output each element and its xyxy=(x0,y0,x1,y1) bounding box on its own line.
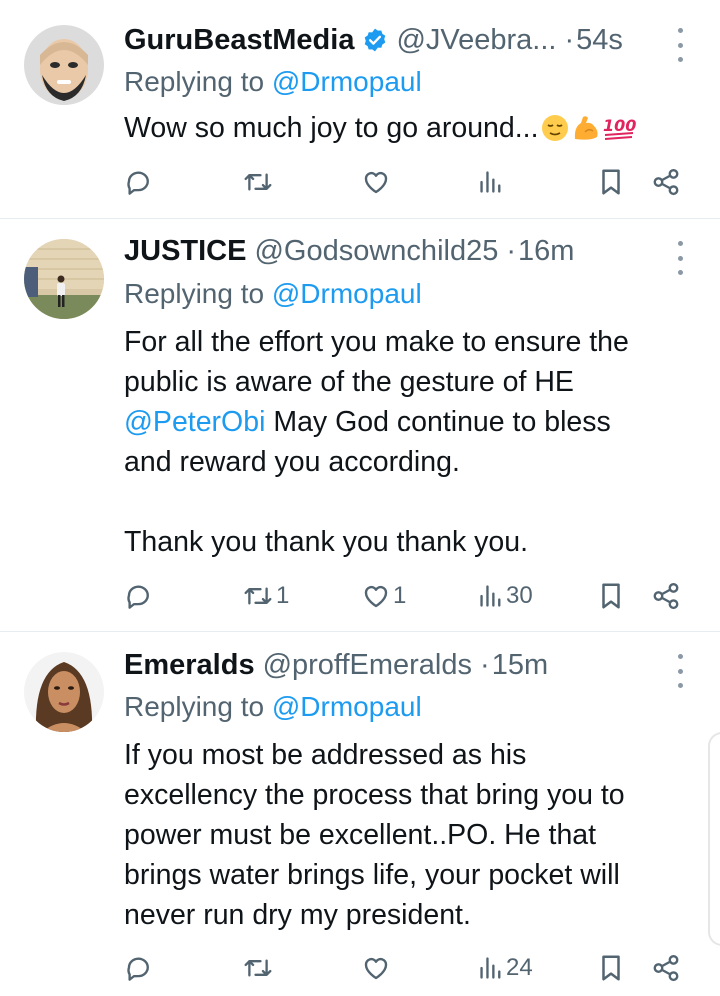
tweet-text-line: excellency the process that bring you to xyxy=(124,779,625,811)
share-icon xyxy=(653,582,679,610)
display-name[interactable]: Emeralds xyxy=(124,649,255,682)
tweet-header: JUSTICE @Godsownchild25 · 16m xyxy=(124,229,660,273)
reply-button[interactable] xyxy=(124,162,154,202)
reply-icon xyxy=(127,171,149,195)
separator-dot: · xyxy=(564,23,575,56)
replying-to: Replying to @Drmopaul xyxy=(124,278,422,310)
reply-button[interactable] xyxy=(124,576,154,616)
retweet-icon xyxy=(244,587,272,605)
bookmark-icon xyxy=(602,955,620,981)
share-icon xyxy=(653,954,679,982)
more-options-icon[interactable] xyxy=(674,654,686,688)
display-name[interactable]: GuruBeastMedia xyxy=(124,24,354,57)
bookmark-button[interactable] xyxy=(598,576,624,616)
share-button[interactable] xyxy=(651,576,681,616)
user-handle[interactable]: @proffEmeralds xyxy=(263,649,472,682)
tweet-2[interactable]: JUSTICE @Godsownchild25 · 16m Replying t… xyxy=(0,219,720,632)
reply-icon xyxy=(127,957,149,981)
tweet-text-line: For all the effort you make to ensure th… xyxy=(124,326,629,358)
retweet-button[interactable] xyxy=(242,948,276,988)
tweet-1[interactable]: GuruBeastMedia @JVeebra... · 54s Replyin… xyxy=(0,0,720,219)
bookmark-button[interactable] xyxy=(598,162,624,202)
reply-button[interactable] xyxy=(124,948,154,988)
display-name[interactable]: JUSTICE xyxy=(124,235,246,268)
tweet-text: Wow so much joy to go around... xyxy=(124,112,539,144)
heart-icon xyxy=(364,585,388,608)
tweet-actions xyxy=(124,162,684,202)
replying-to-mention[interactable]: @Drmopaul xyxy=(272,66,422,97)
bookmark-button[interactable] xyxy=(598,948,624,988)
verified-badge-icon xyxy=(362,27,388,53)
tweet-text-line: brings water brings life, your pocket wi… xyxy=(124,859,620,891)
like-count: 1 xyxy=(393,582,407,609)
timestamp[interactable]: 54s xyxy=(576,24,623,57)
retweet-icon xyxy=(244,959,272,977)
timestamp[interactable]: 16m xyxy=(518,235,574,268)
relieved-face-icon xyxy=(540,113,570,143)
tweet-body: Wow so much joy to go around... 100 xyxy=(124,108,684,148)
like-button[interactable]: 1 xyxy=(361,576,406,616)
tweet-text-line: May God continue to bless xyxy=(265,406,611,438)
heart-icon xyxy=(364,957,388,980)
bookmark-icon xyxy=(602,169,620,195)
replying-to: Replying to @Drmopaul xyxy=(124,691,422,723)
tweet-header: Emeralds @proffEmeralds · 15m xyxy=(124,643,660,687)
reply-icon xyxy=(127,585,149,609)
tweet-text-line: Thank you thank you thank you. xyxy=(124,526,529,558)
retweet-icon xyxy=(244,173,272,191)
views-button[interactable]: 24 xyxy=(478,948,533,988)
tweet-text-line: and reward you according. xyxy=(124,446,460,478)
share-button[interactable] xyxy=(651,948,681,988)
retweet-count: 1 xyxy=(276,582,290,609)
flexed-biceps-icon xyxy=(571,113,601,143)
views-icon xyxy=(480,171,501,193)
heart-icon xyxy=(364,171,388,194)
separator-dot: · xyxy=(480,648,490,681)
replying-to: Replying to @Drmopaul xyxy=(124,66,422,98)
view-count: 30 xyxy=(506,582,533,609)
more-options-icon[interactable] xyxy=(674,28,686,62)
edge-scroll-handle[interactable] xyxy=(708,732,720,946)
tweet-header: GuruBeastMedia @JVeebra... · 54s xyxy=(124,18,660,62)
view-count: 24 xyxy=(506,954,533,981)
replying-to-label: Replying to xyxy=(124,66,265,97)
replying-to-label: Replying to xyxy=(124,278,265,309)
views-button[interactable]: 30 xyxy=(478,576,533,616)
replying-to-mention[interactable]: @Drmopaul xyxy=(272,691,422,722)
tweet-body: If you most be addressed as his excellen… xyxy=(124,735,684,935)
timestamp[interactable]: 15m xyxy=(492,649,548,682)
bookmark-icon xyxy=(602,583,620,609)
tweet-text-line: power must be excellent..PO. He that xyxy=(124,819,597,851)
avatar-gurubeastmedia[interactable] xyxy=(24,25,104,105)
tweet-text-line: If you most be addressed as his xyxy=(124,739,527,771)
tweet-text-line: public is aware of the gesture of HE xyxy=(124,366,574,398)
avatar-justice[interactable] xyxy=(24,239,104,319)
views-button[interactable] xyxy=(478,162,506,202)
retweet-button[interactable]: 1 xyxy=(242,576,289,616)
share-button[interactable] xyxy=(651,162,681,202)
avatar-emeralds[interactable] xyxy=(24,652,104,732)
tweet-body: For all the effort you make to ensure th… xyxy=(124,322,684,562)
tweet-3[interactable]: Emeralds @proffEmeralds · 15m Replying t… xyxy=(0,632,720,996)
body-mention-link[interactable]: @PeterObi xyxy=(124,406,265,438)
tweet-text-line: never run dry my president. xyxy=(124,899,471,931)
like-button[interactable] xyxy=(361,948,393,988)
tweet-actions: 24 xyxy=(124,948,684,988)
replying-to-mention[interactable]: @Drmopaul xyxy=(272,278,422,309)
separator-dot: · xyxy=(506,234,517,267)
user-handle[interactable]: @Godsownchild25 xyxy=(254,235,498,268)
views-icon xyxy=(480,585,501,607)
hundred-points-icon: 100 xyxy=(602,113,636,143)
views-icon xyxy=(480,957,501,979)
user-handle[interactable]: @JVeebra... xyxy=(396,24,556,57)
like-button[interactable] xyxy=(361,162,393,202)
more-options-icon[interactable] xyxy=(674,241,686,275)
tweet-actions: 1 1 30 xyxy=(124,576,684,616)
replying-to-label: Replying to xyxy=(124,691,265,722)
retweet-button[interactable] xyxy=(242,162,276,202)
share-icon xyxy=(653,168,679,196)
